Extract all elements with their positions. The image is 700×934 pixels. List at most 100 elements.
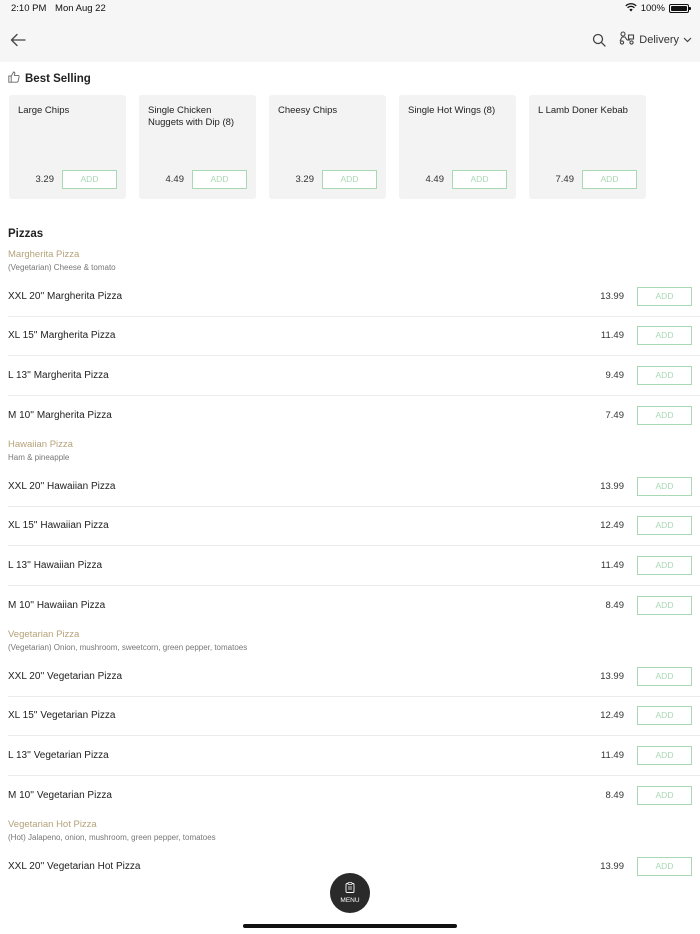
item-price: 13.99 bbox=[600, 480, 624, 492]
add-button[interactable]: ADD bbox=[637, 785, 692, 805]
item-name: M 10'' Hawaiian Pizza bbox=[8, 599, 106, 611]
card-name: Single Chicken Nuggets with Dip (8) bbox=[148, 105, 235, 128]
group-items: XXL 20'' Margherita Pizza 13.99 ADD XL 15''… bbox=[8, 277, 700, 435]
best-selling-card[interactable]: L Lamb Doner Kebab 7.49 ADD bbox=[529, 95, 646, 199]
add-button[interactable]: ADD bbox=[582, 170, 637, 189]
item-name: L 13'' Vegetarian Pizza bbox=[8, 749, 109, 761]
menu-item-row[interactable]: M 10'' Hawaiian Pizza 8.49 ADD bbox=[8, 586, 700, 626]
group-header: Margherita Pizza (Vegetarian) Cheese & to… bbox=[8, 245, 692, 277]
item-price: 8.49 bbox=[605, 789, 625, 801]
menu-item-row[interactable]: XL 15'' Margherita Pizza 11.49 ADD bbox=[8, 317, 700, 356]
item-name: XXL 20'' Hawaiian Pizza bbox=[8, 480, 116, 492]
menu-item-row[interactable]: XXL 20'' Margherita Pizza 13.99 ADD bbox=[8, 277, 700, 317]
add-button[interactable]: ADD bbox=[637, 706, 692, 726]
menu-item-row[interactable]: XL 15'' Hawaiian Pizza 12.49 ADD bbox=[8, 507, 700, 546]
menu-item-row[interactable]: XXL 20'' Hawaiian Pizza 13.99 ADD bbox=[8, 467, 700, 507]
delivery-selector[interactable]: Delivery bbox=[619, 31, 692, 48]
card-price: 3.29 bbox=[35, 174, 55, 185]
card-footer: 7.49 ADD bbox=[529, 170, 646, 189]
best-selling-card[interactable]: Large Chips 3.29 ADD bbox=[9, 95, 126, 199]
add-button[interactable]: ADD bbox=[62, 170, 117, 189]
best-selling-card[interactable]: Single Hot Wings (8) 4.49 ADD bbox=[399, 95, 516, 199]
group-name: Vegetarian Pizza bbox=[8, 629, 80, 640]
card-price: 4.49 bbox=[425, 174, 445, 185]
item-name: XL 15'' Margherita Pizza bbox=[8, 330, 116, 342]
add-button[interactable]: ADD bbox=[637, 555, 692, 575]
search-icon[interactable] bbox=[589, 30, 609, 50]
delivery-scooter-icon bbox=[619, 31, 635, 48]
item-price: 7.49 bbox=[605, 409, 625, 421]
add-button[interactable]: ADD bbox=[637, 405, 692, 425]
item-price: 8.49 bbox=[605, 599, 625, 611]
group-header: Vegetarian Pizza (Vegetarian) Onion, mush… bbox=[8, 625, 692, 657]
item-price: 9.49 bbox=[605, 369, 625, 381]
status-bar: 2:10 PM Mon Aug 22 100% bbox=[0, 0, 700, 17]
add-button[interactable]: ADD bbox=[637, 326, 692, 346]
delivery-label: Delivery bbox=[639, 33, 679, 46]
group-name: Margherita Pizza bbox=[8, 249, 80, 260]
group-description: (Vegetarian) Cheese & tomato bbox=[8, 263, 116, 272]
add-button[interactable]: ADD bbox=[637, 476, 692, 496]
group-header: Vegetarian Hot Pizza (Hot) Jalapeno, onio… bbox=[8, 815, 692, 847]
add-button[interactable]: ADD bbox=[637, 595, 692, 615]
item-name: L 13'' Margherita Pizza bbox=[8, 369, 109, 381]
item-price: 13.99 bbox=[600, 861, 624, 873]
menu-item-row[interactable]: M 10'' Vegetarian Pizza 8.49 ADD bbox=[8, 776, 700, 816]
card-footer: 3.29 ADD bbox=[269, 170, 386, 189]
card-name: L Lamb Doner Kebab bbox=[538, 105, 628, 116]
add-button[interactable]: ADD bbox=[452, 170, 507, 189]
item-price: 13.99 bbox=[600, 670, 624, 682]
back-arrow-icon[interactable] bbox=[8, 30, 28, 50]
item-price: 13.99 bbox=[600, 290, 624, 302]
group-items: XXL 20'' Vegetarian Pizza 13.99 ADD XL 15''… bbox=[8, 657, 700, 815]
menu-item-row[interactable]: L 13'' Hawaiian Pizza 11.49 ADD bbox=[8, 546, 700, 586]
item-price: 12.49 bbox=[600, 520, 624, 532]
item-price: 11.49 bbox=[600, 330, 624, 342]
menu-group: Hawaiian Pizza Ham & pineapple XXL 20'' Ha… bbox=[0, 435, 700, 625]
menu-group: Vegetarian Pizza (Vegetarian) Onion, mush… bbox=[0, 625, 700, 815]
item-name: XL 15'' Hawaiian Pizza bbox=[8, 520, 109, 532]
add-button[interactable]: ADD bbox=[192, 170, 247, 189]
group-header: Hawaiian Pizza Ham & pineapple bbox=[8, 435, 692, 467]
menu-item-row[interactable]: XL 15'' Vegetarian Pizza 12.49 ADD bbox=[8, 697, 700, 736]
add-button[interactable]: ADD bbox=[637, 365, 692, 385]
add-button[interactable]: ADD bbox=[637, 666, 692, 686]
item-name: M 10'' Vegetarian Pizza bbox=[8, 789, 112, 801]
best-selling-card[interactable]: Single Chicken Nuggets with Dip (8) 4.49 A… bbox=[139, 95, 256, 199]
menu-clipboard-icon bbox=[345, 882, 355, 895]
group-name: Hawaiian Pizza bbox=[8, 439, 73, 450]
card-footer: 4.49 ADD bbox=[139, 170, 256, 189]
home-indicator[interactable] bbox=[243, 924, 457, 928]
card-price: 3.29 bbox=[295, 174, 315, 185]
best-selling-header: Best Selling bbox=[0, 63, 700, 95]
item-price: 11.49 bbox=[600, 559, 624, 571]
menu-button[interactable]: MENU bbox=[330, 873, 370, 913]
add-button[interactable]: ADD bbox=[637, 516, 692, 536]
menu-item-row[interactable]: L 13'' Margherita Pizza 9.49 ADD bbox=[8, 356, 700, 396]
card-name: Cheesy Chips bbox=[278, 105, 338, 116]
menu-item-row[interactable]: XXL 20'' Vegetarian Pizza 13.99 ADD bbox=[8, 657, 700, 697]
status-left: 2:10 PM Mon Aug 22 bbox=[11, 3, 112, 14]
menu-groups: Margherita Pizza (Vegetarian) Cheese & to… bbox=[0, 245, 700, 887]
add-button[interactable]: ADD bbox=[637, 745, 692, 765]
group-description: Ham & pineapple bbox=[8, 453, 70, 462]
menu-item-row[interactable]: M 10'' Margherita Pizza 7.49 ADD bbox=[8, 396, 700, 436]
card-price: 4.49 bbox=[165, 174, 185, 185]
chevron-down-icon bbox=[683, 34, 692, 46]
wifi-icon bbox=[625, 2, 637, 15]
menu-item-row[interactable]: L 13'' Vegetarian Pizza 11.49 ADD bbox=[8, 736, 700, 776]
card-name: Single Hot Wings (8) bbox=[408, 105, 496, 116]
best-selling-cards: Large Chips 3.29 ADD Single Chicken Nuggets… bbox=[0, 95, 700, 199]
add-button[interactable]: ADD bbox=[637, 286, 692, 306]
add-button[interactable]: ADD bbox=[322, 170, 377, 189]
card-name: Large Chips bbox=[18, 105, 70, 116]
item-name: XL 15'' Vegetarian Pizza bbox=[8, 710, 116, 722]
best-selling-card[interactable]: Cheesy Chips 3.29 ADD bbox=[269, 95, 386, 199]
battery-percent: 100% bbox=[640, 3, 665, 14]
card-footer: 4.49 ADD bbox=[399, 170, 516, 189]
status-time: 2:10 PM bbox=[11, 3, 47, 14]
group-items: XXL 20'' Hawaiian Pizza 13.99 ADD XL 15'' H… bbox=[8, 467, 700, 625]
nav-bar: Delivery bbox=[0, 17, 700, 62]
card-price: 7.49 bbox=[555, 174, 575, 185]
add-button[interactable]: ADD bbox=[637, 857, 692, 877]
